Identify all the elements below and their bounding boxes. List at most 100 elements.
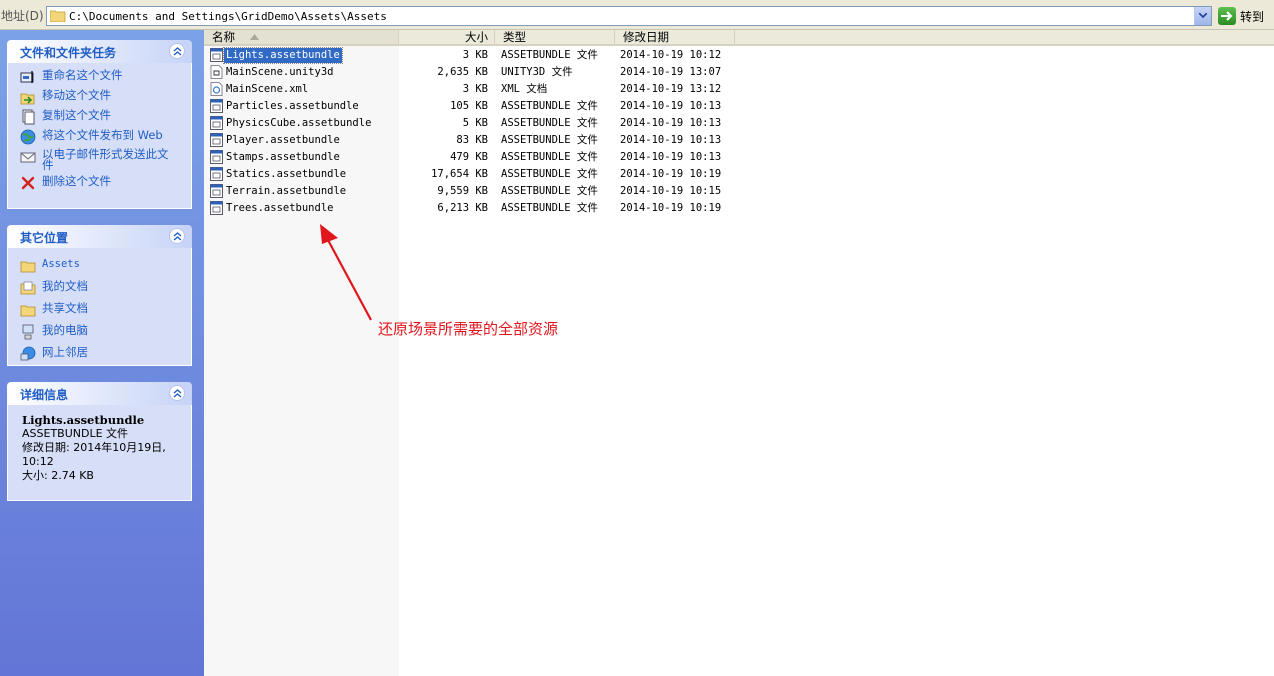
file-rows: Lights.assetbundle 3 KB ASSETBUNDLE 文件 2014… (204, 47, 1274, 217)
collapse-icon[interactable] (169, 228, 185, 244)
table-row[interactable]: Particles.assetbundle 105 KB ASSETBUNDLE 文… (204, 98, 1274, 115)
file-size: 2,635 KB (437, 66, 488, 78)
go-label: 转到 (1240, 9, 1265, 24)
shared-folder-icon (20, 305, 36, 317)
file-type: ASSETBUNDLE 文件 (501, 117, 598, 129)
file-date: 2014-10-19 10:13 (620, 151, 722, 163)
go-arrow-icon (1218, 7, 1236, 25)
column-header-size[interactable]: 大小 (399, 30, 495, 44)
file-date: 2014-10-19 10:19 (620, 168, 722, 180)
assetbundle-file-icon (210, 99, 223, 113)
table-row[interactable]: Stamps.assetbundle 479 KB ASSETBUNDLE 文件 20… (204, 149, 1274, 166)
move-icon (20, 93, 35, 105)
assetbundle-file-icon (210, 48, 223, 62)
file-type: UNITY3D 文件 (501, 66, 573, 78)
file-name[interactable]: MainScene.xml (224, 82, 310, 97)
folder-icon (50, 10, 66, 22)
file-size: 105 KB (450, 100, 488, 112)
other-places-header[interactable]: 其它位置 (7, 225, 192, 248)
sort-ascending-icon (250, 34, 259, 40)
publish-web-link[interactable]: 将这个文件发布到 Web (20, 129, 191, 145)
place-my-documents-link[interactable]: 我的文档 (20, 280, 191, 296)
copy-icon (22, 109, 35, 125)
file-list: 名称 大小 类型 修改日期 Lights.assetbundle 3 KB ASSE… (204, 30, 1274, 676)
file-type: ASSETBUNDLE 文件 (501, 168, 598, 180)
column-header-name[interactable]: 名称 (204, 30, 399, 44)
my-computer-icon (22, 324, 34, 340)
delete-icon (21, 176, 35, 190)
column-header-date[interactable]: 修改日期 (615, 30, 735, 44)
file-name[interactable]: Trees.assetbundle (224, 201, 335, 216)
details-modified-date: 修改日期: 2014年10月19日, (22, 441, 166, 454)
file-tasks-header[interactable]: 文件和文件夹任务 (7, 40, 192, 63)
unity3d-file-icon (210, 65, 223, 79)
file-type: ASSETBUNDLE 文件 (501, 202, 598, 214)
table-row[interactable]: Terrain.assetbundle 9,559 KB ASSETBUNDLE 文… (204, 183, 1274, 200)
address-dropdown-button[interactable] (1194, 7, 1211, 25)
table-row[interactable]: PhysicsCube.assetbundle 5 KB ASSETBUNDLE 文… (204, 115, 1274, 132)
annotation-arrow-icon (320, 224, 372, 321)
file-size: 3 KB (462, 83, 488, 95)
file-name[interactable]: Statics.assetbundle (224, 167, 348, 182)
place-shared-documents-link[interactable]: 共享文档 (20, 302, 191, 318)
xml-file-icon (210, 82, 223, 96)
table-row[interactable]: Statics.assetbundle 17,654 KB ASSETBUNDLE … (204, 166, 1274, 183)
publish-web-icon (20, 129, 36, 145)
details-file-type: ASSETBUNDLE 文件 (22, 427, 129, 440)
assetbundle-file-icon (210, 150, 223, 164)
go-button[interactable]: 转到 (1218, 6, 1264, 26)
file-type: ASSETBUNDLE 文件 (501, 134, 598, 146)
column-header-bar: 名称 大小 类型 修改日期 (204, 30, 1274, 46)
panel-title: 其它位置 (20, 231, 69, 245)
file-date: 2014-10-19 10:12 (620, 49, 722, 61)
email-icon (20, 152, 36, 163)
file-type: XML 文档 (501, 83, 548, 95)
column-header-type[interactable]: 类型 (495, 30, 615, 44)
details-modified-time: 10:12 (22, 455, 54, 468)
file-date: 2014-10-19 10:13 (620, 100, 722, 112)
file-name[interactable]: Lights.assetbundle (223, 47, 343, 64)
file-date: 2014-10-19 13:12 (620, 83, 722, 95)
address-input[interactable]: C:\Documents and Settings\GridDemo\Asset… (46, 6, 1212, 26)
move-file-link[interactable]: 移动这个文件 (20, 89, 191, 105)
file-name[interactable]: Particles.assetbundle (224, 99, 361, 114)
place-my-computer-link[interactable]: 我的电脑 (20, 324, 191, 340)
place-network-link[interactable]: 网上邻居 (20, 346, 191, 362)
panel-title: 文件和文件夹任务 (20, 46, 117, 60)
details-header[interactable]: 详细信息 (7, 382, 192, 405)
file-name[interactable]: Stamps.assetbundle (224, 150, 342, 165)
details-file-size: 大小: 2.74 KB (22, 469, 94, 482)
collapse-icon[interactable] (169, 385, 185, 401)
assetbundle-file-icon (210, 167, 223, 181)
task-pane: 文件和文件夹任务 重命名这个文件 移动这个文件 复制这个文件 将这个文件发布到 … (0, 30, 204, 676)
assetbundle-file-icon (210, 116, 223, 130)
table-row[interactable]: Player.assetbundle 83 KB ASSETBUNDLE 文件 201… (204, 132, 1274, 149)
email-file-link[interactable]: 以电子邮件形式发送此文件 (20, 148, 191, 171)
file-size: 9,559 KB (437, 185, 488, 197)
file-type: ASSETBUNDLE 文件 (501, 49, 598, 61)
folder-icon (20, 261, 36, 273)
chevron-down-icon (1199, 13, 1207, 18)
file-size: 479 KB (450, 151, 488, 163)
file-name[interactable]: PhysicsCube.assetbundle (224, 116, 373, 131)
file-type: ASSETBUNDLE 文件 (501, 185, 598, 197)
rename-file-link[interactable]: 重命名这个文件 (20, 69, 191, 85)
file-name[interactable]: Player.assetbundle (224, 133, 342, 148)
file-size: 5 KB (462, 117, 488, 129)
file-date: 2014-10-19 13:07 (620, 66, 722, 78)
table-row[interactable]: Trees.assetbundle 6,213 KB ASSETBUNDLE 文件 2… (204, 200, 1274, 217)
file-name[interactable]: Terrain.assetbundle (224, 184, 348, 199)
file-date: 2014-10-19 10:19 (620, 202, 722, 214)
table-row[interactable]: MainScene.xml 3 KB XML 文档 2014-10-19 13:12 (204, 81, 1274, 98)
details-panel: 详细信息 Lights.assetbundle ASSETBUNDLE 文件 修… (7, 382, 192, 501)
collapse-icon[interactable] (169, 43, 185, 59)
address-path: C:\Documents and Settings\GridDemo\Asset… (69, 10, 387, 23)
file-name[interactable]: MainScene.unity3d (224, 65, 335, 80)
table-row[interactable]: MainScene.unity3d 2,635 KB UNITY3D 文件 2014-… (204, 64, 1274, 81)
place-assets-link[interactable]: Assets (20, 258, 191, 274)
table-row[interactable]: Lights.assetbundle 3 KB ASSETBUNDLE 文件 2014… (204, 47, 1274, 64)
file-date: 2014-10-19 10:15 (620, 185, 722, 197)
assetbundle-file-icon (210, 201, 223, 215)
delete-file-link[interactable]: 删除这个文件 (20, 175, 191, 191)
copy-file-link[interactable]: 复制这个文件 (20, 109, 191, 125)
